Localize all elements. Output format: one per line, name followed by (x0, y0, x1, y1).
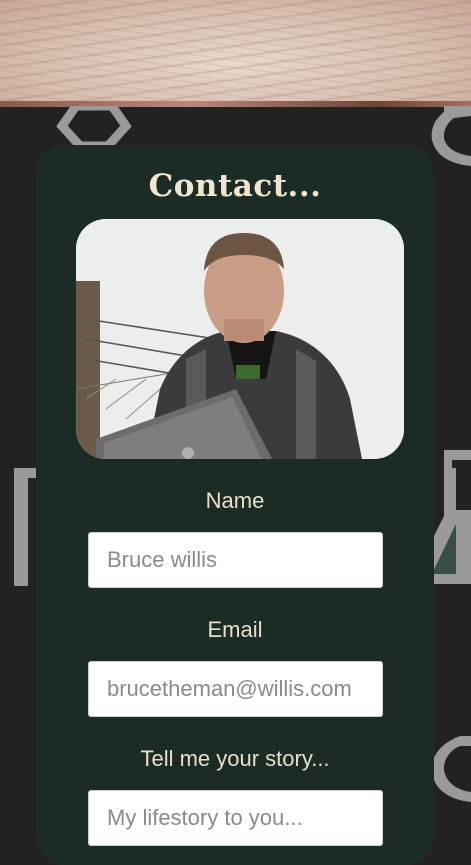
profile-photo (76, 219, 404, 459)
name-label: Name (205, 488, 265, 513)
hero-banner-image (0, 0, 471, 106)
name-field[interactable] (88, 532, 383, 588)
flask-top-icon (431, 106, 471, 166)
flask-bottom-icon (431, 736, 471, 802)
page-title: Contact... (148, 168, 322, 204)
email-label: Email (207, 617, 263, 642)
story-field[interactable] (88, 790, 383, 846)
email-field[interactable] (88, 661, 383, 717)
story-label: Tell me your story... (140, 746, 330, 771)
